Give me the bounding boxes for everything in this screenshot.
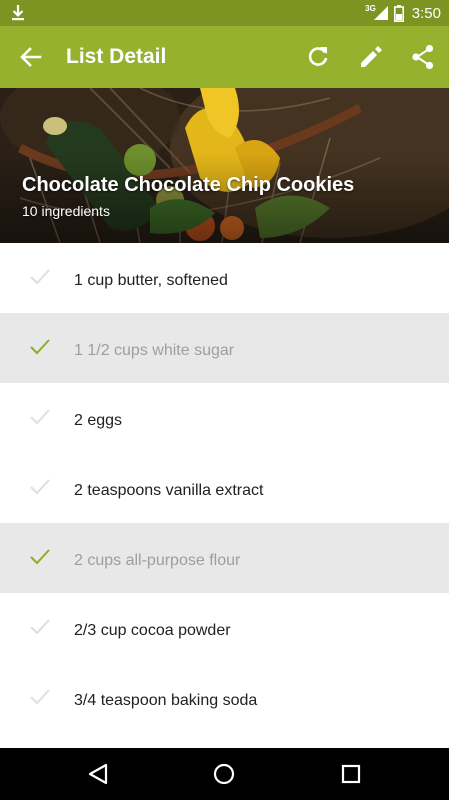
ingredient-text: 2 teaspoons vanilla extract (74, 482, 264, 499)
back-arrow-icon[interactable] (18, 44, 44, 70)
list-item[interactable]: 2 cups all-purpose flour (0, 523, 449, 593)
download-icon (12, 5, 24, 21)
list-item[interactable]: 2 eggs (0, 383, 449, 453)
check-icon[interactable] (29, 618, 51, 636)
refresh-icon[interactable] (304, 43, 332, 71)
share-icon[interactable] (409, 43, 437, 71)
check-icon[interactable] (29, 268, 51, 286)
status-bar: 3G 3:50 (0, 0, 449, 26)
list-item[interactable]: 2/3 cup cocoa powder (0, 593, 449, 663)
list-header-image: Chocolate Chocolate Chip Cookies 10 ingr… (0, 88, 449, 243)
check-icon[interactable] (29, 548, 51, 566)
list-item[interactable]: 2 teaspoons vanilla extract (0, 453, 449, 523)
page-title: List Detail (66, 45, 167, 68)
nav-recents-icon[interactable] (339, 762, 363, 786)
nav-back-icon[interactable] (86, 762, 110, 786)
edit-icon[interactable] (357, 43, 385, 71)
ingredient-text: 1 1/2 cups white sugar (74, 342, 235, 359)
list-item[interactable]: 3/4 teaspoon baking soda (0, 663, 449, 733)
system-nav-bar (0, 748, 449, 800)
signal-icon (373, 6, 388, 20)
app-bar: List Detail (0, 26, 449, 88)
ingredient-text: 2 cups all-purpose flour (74, 552, 241, 569)
clock: 3:50 (411, 4, 441, 22)
check-icon[interactable] (29, 478, 51, 496)
list-item[interactable]: 1 cup butter, softened (0, 243, 449, 313)
check-icon[interactable] (29, 688, 51, 706)
ingredient-list: 1 cup butter, softened 1 1/2 cups white … (0, 243, 449, 748)
hero-gradient-overlay (0, 153, 449, 243)
ingredient-text: 2 eggs (74, 412, 123, 429)
check-icon[interactable] (29, 408, 51, 426)
nav-home-icon[interactable] (212, 762, 236, 786)
list-title: Chocolate Chocolate Chip Cookies (22, 174, 355, 196)
network-type-label: 3G (365, 3, 376, 13)
check-icon[interactable] (29, 338, 51, 356)
ingredient-text: 3/4 teaspoon baking soda (74, 692, 258, 709)
battery-icon (393, 4, 404, 22)
list-item[interactable]: 1 1/2 cups white sugar (0, 313, 449, 383)
ingredient-count: 10 ingredients (22, 203, 110, 219)
ingredient-text: 1 cup butter, softened (74, 272, 228, 289)
ingredient-text: 2/3 cup cocoa powder (74, 622, 231, 639)
